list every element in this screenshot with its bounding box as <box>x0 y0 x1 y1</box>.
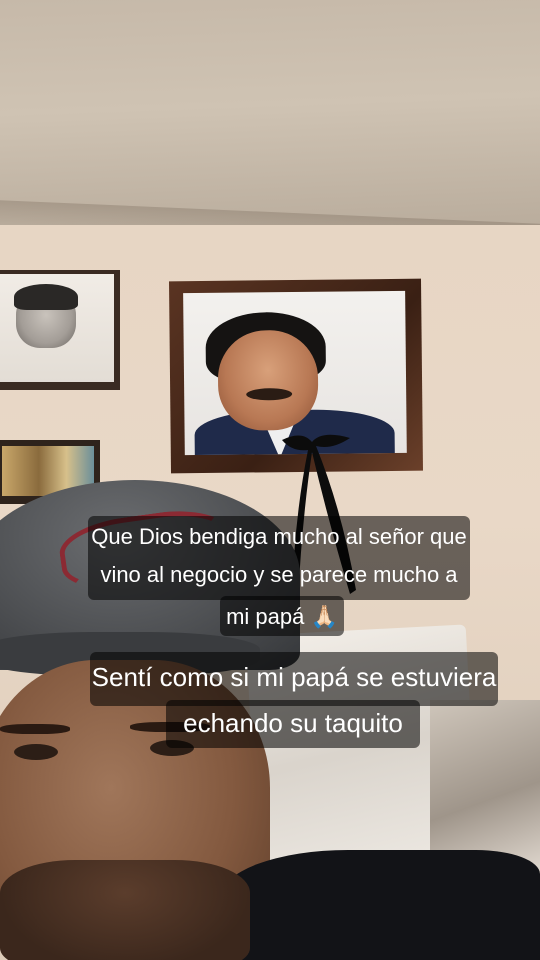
caption-first-line2: vino al negocio y se parece mucho a <box>100 562 458 587</box>
story-captions: Que Dios bendiga mucho al señor que vino… <box>0 0 540 960</box>
caption-first-line3: mi papá 🙏🏻 <box>226 604 338 629</box>
caption-second-line2: echando su taquito <box>183 708 403 738</box>
caption-box-second-tail: echando su taquito <box>166 700 420 748</box>
caption-box-first: Que Dios bendiga mucho al señor que vino… <box>88 516 470 600</box>
caption-box-first-tail: mi papá 🙏🏻 <box>220 596 344 636</box>
caption-box-second: Sentí como si mi papá se estuviera <box>90 652 498 706</box>
caption-second-line1: Sentí como si mi papá se estuviera <box>91 662 497 692</box>
caption-first-line1: Que Dios bendiga mucho al señor que <box>91 524 467 549</box>
